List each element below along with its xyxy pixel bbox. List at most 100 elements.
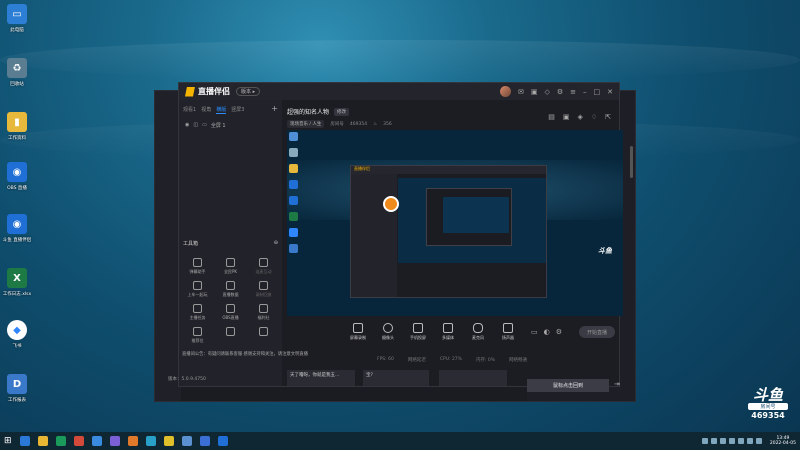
tool-icon [259, 327, 268, 336]
window-icon[interactable]: ▣ [563, 113, 570, 121]
tab-portrait[interactable]: 竖屏3 [231, 106, 244, 114]
tool-mic-link[interactable]: 连麦互动 [247, 258, 280, 275]
speaker-button[interactable]: 扬声器 [493, 323, 523, 341]
desktop-icon-doc[interactable]: D 工作报表 [2, 374, 32, 403]
taskbar-app-icon[interactable] [37, 436, 48, 446]
taskbar-app-icon[interactable] [19, 436, 30, 446]
stream-header: 超强的知名人物 修改 现场音乐 / 人生 房间号 469354 ♨ 356 ▤ … [287, 103, 619, 129]
taskbar-app-icon[interactable] [109, 436, 120, 446]
toolbox-more-icon[interactable]: ⊖ [274, 240, 278, 247]
douyu-room-overlay: 斗鱼 房间号 469354 [744, 388, 792, 420]
close-icon[interactable]: ✕ [607, 88, 613, 96]
message-icon[interactable]: ✉ [518, 88, 524, 96]
tool-extra[interactable] [214, 327, 247, 344]
tool-obs[interactable]: OBS直播 [214, 304, 247, 321]
desktop-icon-obs[interactable]: ◉ OBS 直播 [2, 162, 32, 191]
nested-window-preview-2 [426, 188, 512, 246]
taskbar-app-icon[interactable] [91, 436, 102, 446]
tool-welfare[interactable]: 福利社 [247, 304, 280, 321]
gear-icon[interactable]: ⚙ [556, 328, 562, 336]
tool-stats[interactable]: 直播数据 [214, 281, 247, 298]
nested-left-panel [351, 174, 397, 297]
desktop-icon-folder[interactable]: ▮ 工作资料 [2, 112, 32, 141]
minimize-icon[interactable]: – [583, 88, 587, 96]
desktop-icon-feishu[interactable]: ◆ 飞书 [2, 320, 32, 349]
computer-icon: ▭ [7, 4, 27, 24]
camera-button[interactable]: 摄像头 [373, 323, 403, 341]
lock-icon[interactable]: ◫ [193, 122, 198, 129]
tool-icon [259, 258, 268, 267]
desktop-icon-recycle-bin[interactable]: ♻ 回收站 [2, 58, 32, 87]
title-bar[interactable]: 直播伴侣 版本 ▸ ✉ ▣ ◇ ⚙ ≡ – □ ✕ [179, 83, 619, 100]
shirt-icon[interactable]: ◈ [577, 113, 582, 121]
tray-icon[interactable] [755, 438, 762, 444]
tool-pk[interactable]: 全民PK [214, 258, 247, 275]
maximize-icon[interactable]: □ [594, 88, 601, 96]
tray-icon[interactable] [728, 438, 735, 444]
microphone-button[interactable]: 麦克风 [463, 323, 493, 341]
status-bar: FPS: 60 网络延迟 CPU: 27% 内存: 0% 网络畅通 [377, 357, 528, 363]
scene-item[interactable]: ◉ ◫ ▭ 全屏 1 [179, 120, 282, 131]
tray-icon[interactable] [737, 438, 744, 444]
tool-danmaku[interactable]: 弹幕助手 [181, 258, 214, 275]
record-icon[interactable]: ▭ [531, 328, 538, 336]
wallpaper-wave [0, 40, 800, 80]
tab-angle[interactable]: 视角 [201, 106, 211, 114]
tab-view1[interactable]: 观看1 [183, 106, 196, 114]
desktop-icon-stream-companion[interactable]: ◉ 斗鱼 直播伴侣 [2, 214, 32, 243]
eye-icon[interactable]: ◉ [185, 122, 189, 129]
start-stream-button[interactable]: 开始直播 [579, 326, 615, 338]
share-icon[interactable]: ⇱ [605, 113, 611, 121]
stream-companion-window[interactable]: 直播伴侣 版本 ▸ ✉ ▣ ◇ ⚙ ≡ – □ ✕ 观看1 视角 横版 竖屏3 … [178, 82, 623, 387]
douyu-watermark: 斗鱼 [598, 247, 612, 255]
category-selector[interactable]: 现场音乐 / 人生 [287, 120, 325, 128]
desktop-icon-this-pc[interactable]: ▭ 此电脑 [2, 4, 32, 33]
media-button[interactable]: 多媒体 [433, 323, 463, 341]
desktop-icon-excel[interactable]: X 工作日志.xlsx [2, 268, 32, 297]
scrollbar[interactable] [630, 146, 633, 178]
stream-preview[interactable]: 直播伴侣 斗鱼 [287, 130, 623, 316]
tool-tasks[interactable]: 主播任务 [181, 304, 214, 321]
exit-icon[interactable]: ⇥ [614, 380, 620, 388]
clock[interactable]: 13:49 2022-04-05 [770, 436, 796, 447]
shield-icon[interactable]: ◇ [544, 88, 549, 96]
gift-icon[interactable]: ▣ [531, 88, 538, 96]
taskbar-app-icon[interactable] [217, 436, 228, 446]
camera-icon [383, 323, 393, 333]
back-button[interactable]: 鼠标点击回到 [527, 379, 609, 392]
tab-landscape[interactable]: 横版 [216, 106, 227, 114]
screen-capture-button[interactable]: 屏幕录制 [343, 323, 373, 341]
preview-desktop-icons [289, 132, 299, 260]
layout-icon[interactable]: ◐ [544, 328, 550, 336]
tool-extra[interactable] [247, 327, 280, 344]
tool-play-together[interactable]: 上车一起玩 [181, 281, 214, 298]
tool-promo[interactable]: 推荐位 [181, 327, 214, 344]
tray-icon[interactable] [746, 438, 753, 444]
taskbar-app-icon[interactable] [145, 436, 156, 446]
gift-box-icon[interactable]: ▤ [548, 113, 555, 121]
tool-replay[interactable]: 录制回放 [247, 281, 280, 298]
add-scene-icon[interactable]: + [271, 105, 278, 114]
chat-message: 宝? [363, 370, 429, 386]
phone-cast-button[interactable]: 手机投屏 [403, 323, 433, 341]
tray-icon[interactable] [701, 438, 708, 444]
room-number: 469354 [751, 411, 785, 420]
version-button[interactable]: 版本 ▸ [236, 87, 261, 96]
taskbar-app-icon[interactable] [199, 436, 210, 446]
user-avatar[interactable] [499, 86, 511, 97]
tray-icon[interactable] [710, 438, 717, 444]
taskbar-app-icon[interactable] [73, 436, 84, 446]
taskbar-app-icon[interactable] [127, 436, 138, 446]
tray-icon[interactable] [719, 438, 726, 444]
settings-icon[interactable]: ⚙ [557, 88, 563, 96]
edit-title-button[interactable]: 修改 [334, 107, 350, 116]
toolbox-grid: 弹幕助手 全民PK 连麦互动 上车一起玩 直播数据 录制回放 主播任务 OBS直… [181, 258, 280, 344]
bell-icon[interactable]: ♢ [591, 113, 597, 121]
streamer-avatar [383, 196, 399, 212]
start-icon[interactable]: ⊞ [4, 436, 12, 446]
taskbar-app-icon[interactable] [181, 436, 192, 446]
taskbar-app-icon[interactable] [163, 436, 174, 446]
menu-icon[interactable]: ≡ [570, 88, 576, 96]
taskbar-app-icon[interactable] [55, 436, 66, 446]
announcement-text: 直播间公告：有疑问请联系客服 感谢支持和关注，请注意文明直播 [182, 352, 308, 357]
